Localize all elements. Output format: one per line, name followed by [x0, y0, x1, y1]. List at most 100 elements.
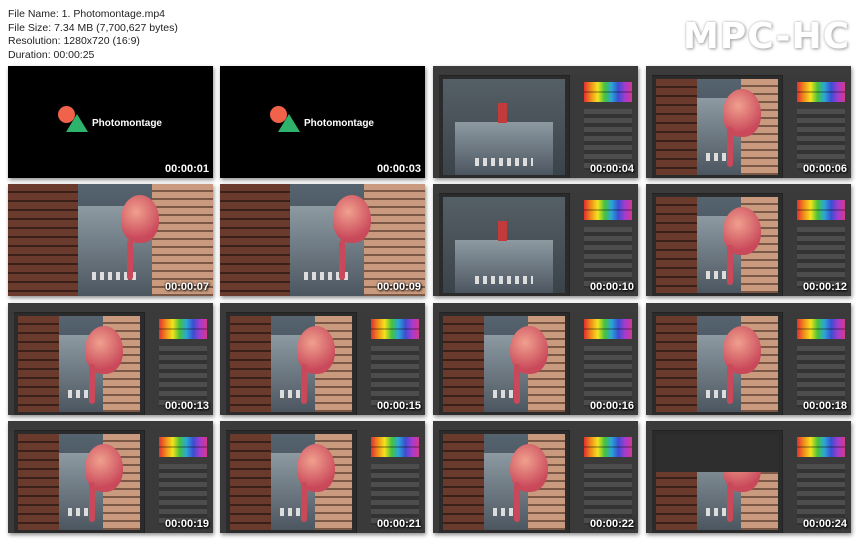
swatches-panel: [584, 319, 632, 339]
city-frame: [220, 184, 425, 296]
ps-toolbar: [646, 312, 652, 415]
photoshop-frame: [646, 303, 851, 415]
ps-toolbar: [433, 193, 439, 296]
timestamp: 00:00:22: [589, 518, 634, 530]
thumbnail-10: 00:00:15: [220, 303, 425, 415]
timestamp: 00:00:16: [589, 400, 634, 412]
swatches-panel: [584, 200, 632, 220]
layers-panel: [797, 464, 845, 525]
swatches-panel: [797, 319, 845, 339]
timestamp: 00:00:13: [164, 400, 209, 412]
layers-panel: [371, 346, 419, 407]
thumbnail-4: 00:00:06: [646, 66, 851, 178]
ps-canvas: [443, 316, 565, 412]
ps-canvas: [656, 79, 778, 175]
street-frame: [443, 79, 565, 175]
timestamp: 00:00:19: [164, 518, 209, 530]
layers-panel: [371, 464, 419, 525]
city-frame: [230, 316, 352, 412]
flamingo-image: [120, 195, 159, 244]
swatches-panel: [797, 200, 845, 220]
timestamp: 00:00:15: [376, 400, 421, 412]
swatches-panel: [371, 319, 419, 339]
swatches-panel: [159, 319, 207, 339]
ps-toolbar: [646, 430, 652, 533]
ps-toolbar: [646, 75, 652, 178]
title-text: Photomontage: [304, 118, 374, 129]
swatches-panel: [371, 437, 419, 457]
layers-panel: [797, 346, 845, 407]
city-frame: [656, 197, 778, 293]
timestamp: 00:00:06: [802, 163, 847, 175]
swatches-panel: [797, 82, 845, 102]
thumbnail-12: 00:00:18: [646, 303, 851, 415]
swatches-panel: [584, 437, 632, 457]
ps-canvas: [18, 434, 140, 530]
photoshop-frame: [646, 421, 851, 533]
ps-toolbar: [8, 312, 14, 415]
file-name: File Name: 1. Photomontage.mp4: [8, 8, 165, 20]
thumbnail-16: 00:00:24: [646, 421, 851, 533]
layers-panel: [797, 109, 845, 170]
layers-panel: [797, 227, 845, 288]
city-frame: [18, 434, 140, 530]
ps-canvas: [656, 316, 778, 412]
photoshop-frame: [433, 66, 638, 178]
mpc-hc-logo: MPC-HC: [683, 16, 850, 57]
thumbnail-6: 00:00:09: [220, 184, 425, 296]
photoshop-frame: [433, 303, 638, 415]
thumbnail-13: 00:00:19: [8, 421, 213, 533]
photoshop-frame: [646, 66, 851, 178]
timestamp: 00:00:09: [376, 281, 421, 293]
ps-toolbar: [646, 193, 652, 296]
ps-toolbar: [220, 312, 226, 415]
swatches-panel: [584, 82, 632, 102]
photoshop-frame: [646, 184, 851, 296]
thumbnail-8: 00:00:12: [646, 184, 851, 296]
timestamp: 00:00:21: [376, 518, 421, 530]
swatches-panel: [797, 437, 845, 457]
city-frame: [656, 79, 778, 175]
resolution: Resolution: 1280x720 (16:9): [8, 35, 140, 47]
ps-canvas: [443, 79, 565, 175]
logo-triangle-icon: [66, 114, 88, 132]
layers-panel: [584, 464, 632, 525]
city-frame: [18, 316, 140, 412]
layers-panel: [584, 346, 632, 407]
timestamp: 00:00:12: [802, 281, 847, 293]
layers-panel: [159, 346, 207, 407]
city-frame: [8, 184, 213, 296]
flamingo-image: [332, 195, 371, 244]
ps-canvas: [656, 434, 778, 530]
file-size: File Size: 7.34 MB (7,700,627 bytes): [8, 21, 178, 34]
thumbnail-15: 00:00:22: [433, 421, 638, 533]
thumbnail-5: 00:00:07: [8, 184, 213, 296]
photoshop-frame: [8, 303, 213, 415]
timestamp: 00:00:24: [802, 518, 847, 530]
ps-toolbar: [220, 430, 226, 533]
thumbnail-14: 00:00:21: [220, 421, 425, 533]
timestamp: 00:00:01: [164, 163, 209, 175]
timestamp: 00:00:18: [802, 400, 847, 412]
layers-panel: [584, 227, 632, 288]
timestamp: 00:00:03: [376, 163, 421, 175]
thumbnail-11: 00:00:16: [433, 303, 638, 415]
ps-canvas: [656, 197, 778, 293]
title-card: Photomontage: [220, 66, 425, 178]
ps-toolbar: [433, 430, 439, 533]
title-text: Photomontage: [92, 118, 162, 129]
ps-toolbar: [8, 430, 14, 533]
ps-canvas: [443, 197, 565, 293]
file-info: File Name: 1. Photomontage.mp4 File Size…: [8, 8, 178, 62]
swatches-panel: [159, 437, 207, 457]
thumbnail-2: Photomontage 00:00:03: [220, 66, 425, 178]
thumbnail-1: Photomontage 00:00:01: [8, 66, 213, 178]
photoshop-frame: [220, 421, 425, 533]
photoshop-frame: [433, 184, 638, 296]
ps-canvas: [230, 434, 352, 530]
street-frame: [443, 197, 565, 293]
city-frame: [443, 434, 565, 530]
ps-canvas: [18, 316, 140, 412]
layers-panel: [584, 109, 632, 170]
logo-triangle-icon: [278, 114, 300, 132]
